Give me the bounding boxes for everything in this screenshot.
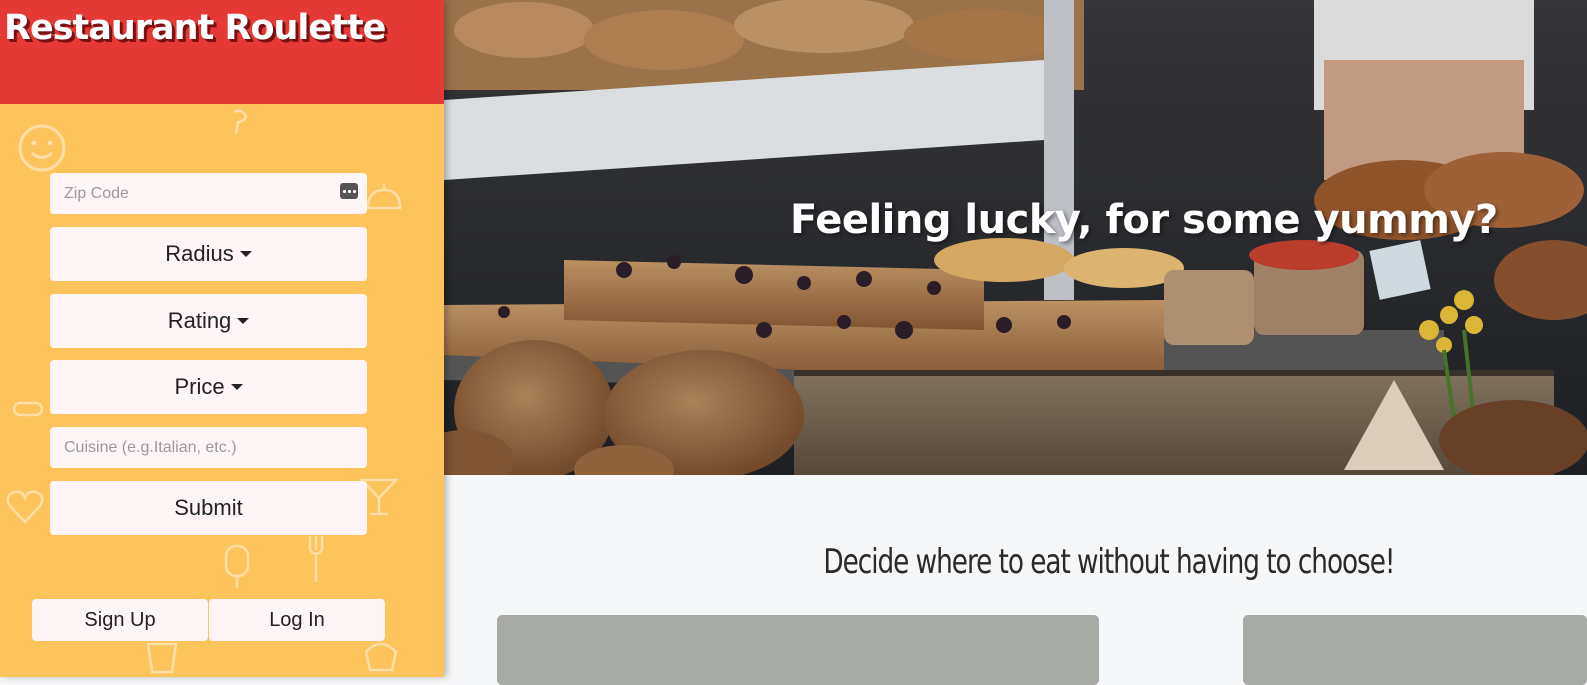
zip-code-input[interactable] [50, 173, 367, 214]
caret-down-icon [237, 318, 250, 324]
hero-headline: Feeling lucky, for some yummy? [790, 197, 1498, 243]
caret-down-icon [230, 384, 243, 390]
log-in-button[interactable]: Log In [209, 599, 385, 641]
spoon-doodle-icon [233, 109, 248, 135]
content-card-right [1243, 615, 1587, 685]
content-card-left [497, 615, 1099, 685]
sign-up-button[interactable]: Sign Up [32, 599, 208, 641]
log-in-label: Log In [269, 608, 325, 631]
sign-up-label: Sign Up [84, 608, 156, 631]
heart-doodle-icon [6, 490, 44, 524]
fork-doodle-icon [308, 536, 324, 582]
tagline: Decide where to eat without having to ch… [823, 542, 1395, 582]
submit-label: Submit [174, 495, 243, 520]
radius-dropdown-button[interactable]: Radius [50, 227, 367, 281]
sidebar: Restaurant Roulette Zip Code Radius Rati… [0, 0, 444, 677]
app-title: Restaurant Roulette [4, 8, 386, 48]
popsicle-doodle-icon [224, 544, 250, 588]
autofill-keypad-icon[interactable] [340, 183, 358, 199]
teapot-doodle-icon [366, 184, 402, 210]
radius-label: Radius [165, 241, 234, 266]
brand-header: Restaurant Roulette [0, 0, 444, 104]
cuisine-input[interactable] [50, 427, 367, 468]
caret-down-icon [239, 251, 252, 257]
rating-dropdown-button[interactable]: Rating [50, 294, 367, 348]
price-dropdown-button[interactable]: Price [50, 360, 367, 414]
price-label: Price [174, 374, 225, 399]
hotdog-doodle-icon [12, 401, 44, 417]
smiley-doodle-icon [18, 124, 66, 172]
hero-banner: Feeling lucky, for some yummy? [444, 0, 1587, 475]
rating-label: Rating [167, 308, 232, 333]
submit-button[interactable]: Submit [50, 481, 367, 535]
